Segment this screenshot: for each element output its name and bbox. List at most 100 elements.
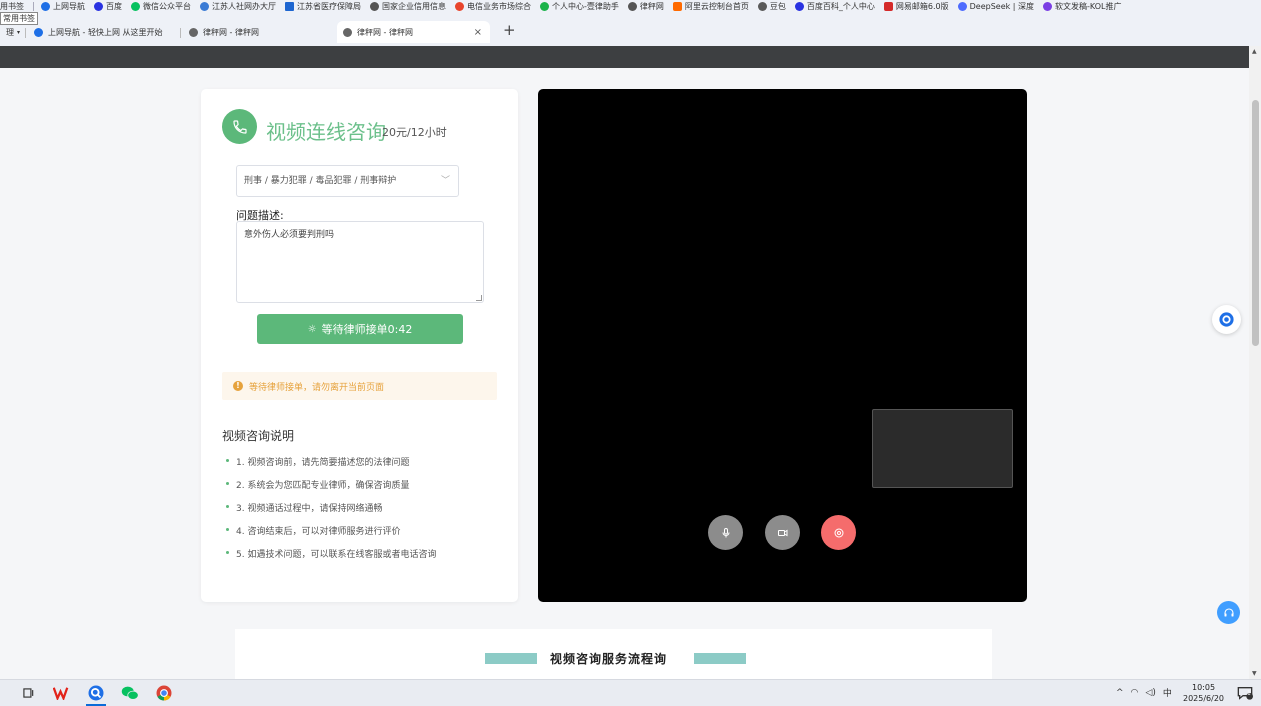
waiting-label: 等待律师接单0:42: [321, 323, 413, 336]
customer-service-button[interactable]: [1217, 601, 1240, 624]
page-scrollbar[interactable]: ▲ ▼: [1249, 46, 1261, 679]
browser-app[interactable]: [86, 683, 106, 706]
bookmark-item[interactable]: 微信公众平台: [131, 1, 191, 12]
tab-label: 理: [6, 27, 14, 37]
mail-icon: [883, 2, 893, 11]
category-select[interactable]: 刑事 / 暴力犯罪 / 毒品犯罪 / 刑事辩护 ﹀: [236, 165, 459, 197]
bookmark-item[interactable]: 阿里云控制台首页: [672, 1, 749, 12]
globe-icon: [200, 2, 209, 11]
bullet-icon: [226, 528, 229, 531]
tab-navigation[interactable]: 上网导航 - 轻快上网 从这里开始: [28, 21, 169, 43]
price-label: 20元/12小时: [382, 126, 447, 139]
hangup-button[interactable]: [821, 515, 856, 550]
hangup-icon: [834, 528, 843, 537]
consult-card: 视频连线咨询 20元/12小时 刑事 / 暴力犯罪 / 毒品犯罪 / 刑事辩护 …: [201, 89, 518, 602]
chevron-down-icon: ﹀: [440, 176, 450, 186]
bookmark-item[interactable]: 网易邮箱6.0版: [883, 1, 949, 12]
doubao-icon: [757, 2, 767, 11]
list-item: 2. 系统会为您匹配专业律师，确保咨询质量: [226, 478, 436, 501]
scrollbar-thumb[interactable]: [1252, 100, 1259, 346]
bookmark-item[interactable]: 江苏人社网办大厅: [200, 1, 276, 12]
camera-icon: [777, 529, 787, 536]
baidu-icon: [94, 2, 103, 11]
bookmark-item[interactable]: 国家企业信用信息: [370, 1, 446, 12]
tab-label: 上网导航 - 轻快上网 从这里开始: [48, 27, 163, 37]
bookmarks-bar: 用书签 上网导航 百度 微信公众平台 江苏人社网办大厅 江苏省医疗保障局 国家企…: [0, 0, 1261, 13]
resize-handle-icon[interactable]: [476, 295, 482, 301]
bookmark-item[interactable]: 个人中心-壹律助手: [540, 1, 619, 12]
globe-icon: [343, 27, 352, 37]
bullet-icon: [226, 551, 229, 554]
wps-app[interactable]: [52, 683, 72, 703]
bookmark-label: 百度: [106, 2, 122, 11]
wechat-icon: [121, 686, 139, 700]
bookmark-label: 上网导航: [53, 2, 85, 11]
category-value: 刑事 / 暴力犯罪 / 毒品犯罪 / 刑事辩护: [244, 176, 397, 186]
notice-text: 等待律师接单，请勿离开当前页面: [249, 382, 385, 393]
camera-button[interactable]: [765, 515, 800, 550]
list-item: 1. 视频咨询前，请先简要描述您的法律问题: [226, 455, 436, 478]
microphone-button[interactable]: [708, 515, 743, 550]
tab-label: 律秤网 - 律秤网: [203, 27, 259, 37]
video-panel: [538, 89, 1027, 602]
bookmark-label: 电信业务市场综合: [467, 2, 531, 11]
self-video-preview: [872, 409, 1013, 488]
bookmark-item[interactable]: 软文发稿-KOL推广: [1043, 1, 1122, 12]
chrome-icon: [156, 685, 172, 701]
bookmark-label: 江苏人社网办大厅: [212, 2, 276, 11]
chrome-app[interactable]: [154, 683, 174, 703]
bullet-icon: [226, 505, 229, 508]
bookmark-label: 软文发稿-KOL推广: [1055, 2, 1122, 11]
scroll-down-icon[interactable]: ▼: [1252, 670, 1257, 677]
baidu-icon: [794, 2, 804, 11]
tab-divider: [180, 28, 181, 38]
bookmark-label: 微信公众平台: [143, 2, 191, 11]
bookmark-tooltip: 常用书签: [0, 12, 38, 25]
page-title: 视频连线咨询: [266, 120, 386, 144]
close-tab-icon[interactable]: ×: [474, 27, 482, 38]
question-textarea[interactable]: 意外伤人必须要判刑吗: [236, 221, 484, 303]
title-decoration-right: [694, 653, 746, 664]
question-value: 意外伤人必须要判刑吗: [244, 230, 335, 240]
tab-lvcheng[interactable]: 律秤网 - 律秤网: [183, 21, 265, 43]
clock[interactable]: 10:05 2025/6/20: [1183, 682, 1224, 704]
bookmark-item[interactable]: 上网导航: [41, 1, 85, 12]
volume-icon[interactable]: ◁): [1145, 688, 1155, 698]
bookmark-folder[interactable]: 用书签: [0, 1, 24, 12]
bookmark-item[interactable]: 江苏省医疗保障局: [285, 1, 361, 12]
bookmark-item[interactable]: 豆包: [757, 1, 786, 12]
bookmark-label: 阿里云控制台首页: [684, 2, 749, 11]
new-tab-button[interactable]: +: [503, 21, 516, 39]
microphone-icon: [722, 527, 729, 537]
bookmark-label: 律秤网: [639, 2, 664, 11]
list-item-text: 4. 咨询结束后，可以对律师服务进行评价: [236, 527, 401, 537]
list-item-text: 3. 视频通话过程中，请保持网络通畅: [236, 504, 383, 514]
scroll-up-icon[interactable]: ▲: [1252, 48, 1257, 55]
bookmark-item[interactable]: DeepSeek | 深度: [957, 1, 1034, 12]
bookmark-item[interactable]: 百度百科_个人中心: [794, 1, 875, 12]
list-item: 5. 如遇技术问题，可以联系在线客服或者电话咨询: [226, 547, 436, 570]
waiting-lawyer-button[interactable]: ☼ 等待律师接单0:42: [257, 314, 463, 344]
info-title: 视频咨询说明: [222, 429, 295, 443]
tab-strip: 理 ▾ 上网导航 - 轻快上网 从这里开始 律秤网 - 律秤网 律秤网 - 律秤…: [0, 13, 1261, 46]
floating-chat-button[interactable]: [1212, 305, 1241, 334]
list-item-text: 1. 视频咨询前，请先简要描述您的法律问题: [236, 458, 410, 468]
bookmark-item[interactable]: 电信业务市场综合: [455, 1, 531, 12]
wechat-app[interactable]: [120, 683, 140, 703]
process-section: 视频咨询服务流程询: [235, 629, 992, 679]
title-decoration-left: [485, 653, 537, 664]
notification-button[interactable]: 1: [1237, 686, 1253, 703]
bookmark-label: 江苏省医疗保障局: [297, 2, 361, 11]
task-view-button[interactable]: [18, 683, 38, 703]
globe-icon: [455, 2, 464, 11]
headset-icon: [1223, 607, 1234, 616]
bookmark-item[interactable]: 百度: [94, 1, 122, 12]
process-title: 视频咨询服务流程询: [550, 652, 668, 666]
network-icon[interactable]: ◠: [1131, 688, 1139, 698]
clock-date: 2025/6/20: [1183, 694, 1225, 703]
tab-lvcheng-active[interactable]: 律秤网 - 律秤网 ×: [337, 21, 490, 43]
bookmark-item[interactable]: 律秤网: [627, 1, 664, 12]
chevron-up-icon[interactable]: ^: [1116, 688, 1124, 698]
ime-indicator[interactable]: 中: [1163, 686, 1172, 699]
globe-icon: [189, 27, 198, 37]
